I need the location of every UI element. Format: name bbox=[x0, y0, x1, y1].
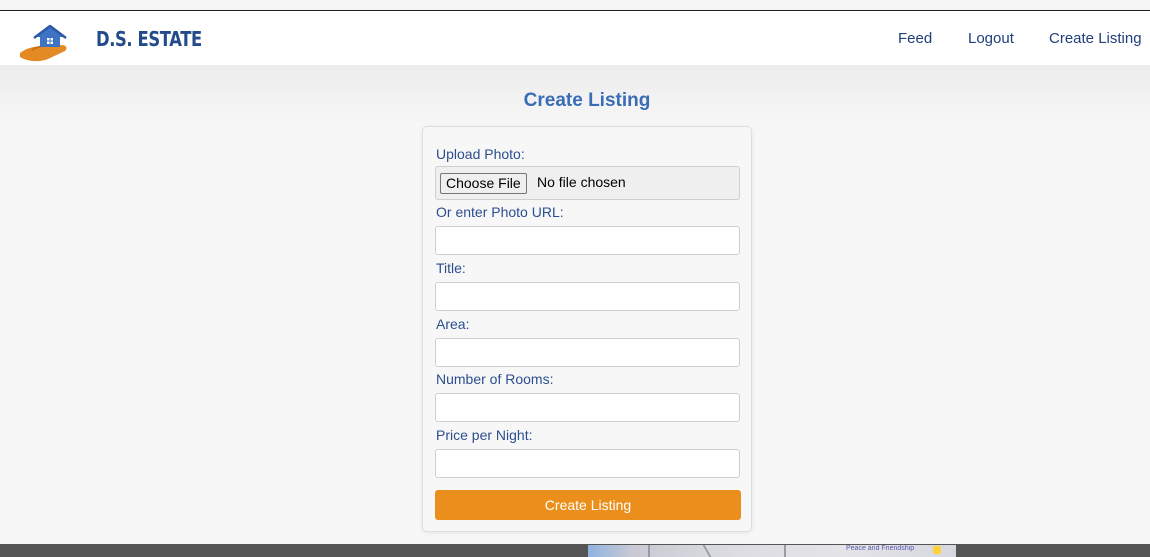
map-road bbox=[784, 545, 786, 557]
area-input[interactable] bbox=[435, 338, 740, 367]
photo-url-input[interactable] bbox=[435, 226, 740, 255]
create-listing-form: Upload Photo: Choose File No file chosen… bbox=[422, 126, 752, 532]
map-pin-icon bbox=[933, 546, 941, 554]
brand-name[interactable]: D.S. ESTATE bbox=[96, 27, 202, 51]
map-road bbox=[648, 545, 650, 557]
page-title: Create Listing bbox=[523, 90, 651, 111]
map-place-label: Peace and Friendship bbox=[846, 545, 915, 552]
choose-file-button[interactable]: Choose File bbox=[440, 173, 527, 194]
price-label: Price per Night: bbox=[436, 427, 533, 443]
file-status-text: No file chosen bbox=[537, 174, 626, 190]
rooms-input[interactable] bbox=[435, 393, 740, 422]
price-input[interactable] bbox=[435, 449, 740, 478]
area-label: Area: bbox=[436, 316, 470, 332]
nav-logout-link[interactable]: Logout bbox=[968, 30, 1014, 47]
title-input[interactable] bbox=[435, 282, 740, 311]
footer bbox=[0, 544, 1150, 557]
nav-feed-link[interactable]: Feed bbox=[898, 30, 932, 47]
map-road bbox=[702, 545, 712, 557]
nav-create-listing-link[interactable]: Create Listing bbox=[1049, 30, 1142, 47]
navbar: D.S. ESTATE Feed Logout Create Listing bbox=[0, 11, 1150, 65]
title-label: Title: bbox=[436, 260, 466, 276]
upload-photo-label: Upload Photo: bbox=[436, 146, 525, 162]
file-upload-field[interactable]: Choose File No file chosen bbox=[435, 166, 740, 200]
map-preview[interactable]: Peace and Friendship bbox=[588, 545, 956, 557]
photo-url-label: Or enter Photo URL: bbox=[436, 204, 564, 220]
house-in-hand-icon[interactable] bbox=[18, 23, 70, 63]
rooms-label: Number of Rooms: bbox=[436, 371, 554, 387]
create-listing-button[interactable]: Create Listing bbox=[435, 490, 741, 520]
